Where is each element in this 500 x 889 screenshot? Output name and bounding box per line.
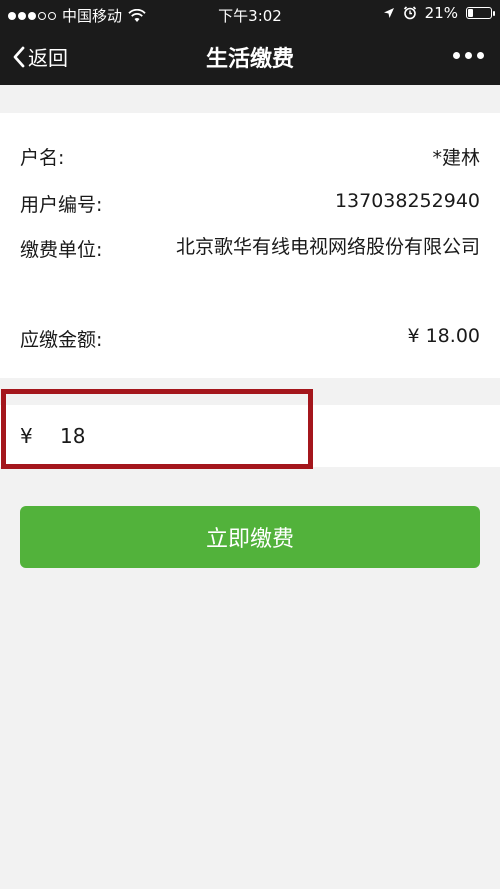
page-title: 生活缴费 — [205, 47, 294, 72]
status-bar: 中国移动 下午3:02 21% — [0, 0, 500, 28]
app-header: 中国移动 下午3:02 21% 返回 生活缴费 — [0, 0, 500, 85]
pay-now-button[interactable]: 立即缴费 — [20, 506, 480, 568]
alarm-icon — [403, 6, 416, 20]
nav-bar: 返回 生活缴费 — [0, 28, 500, 85]
company-label: 缴费单位: — [20, 239, 103, 261]
currency-symbol: ¥ — [20, 424, 33, 448]
location-arrow-icon — [383, 8, 394, 18]
more-dot-icon — [453, 52, 460, 59]
amount-due-label: 应缴金额: — [20, 329, 103, 351]
amount-due-value: ¥ 18.00 — [407, 325, 480, 347]
more-dot-icon — [477, 52, 484, 59]
user-id-value: 137038252940 — [334, 190, 480, 212]
company-value: 北京歌华有线电视网络股份有限公司 — [175, 236, 480, 258]
more-options-button[interactable] — [453, 52, 484, 59]
payment-amount-section: ¥ — [0, 405, 500, 467]
bill-info-card: 户名: *建林 用户编号: 137038252940 缴费单位: 北京歌华有线电… — [0, 113, 500, 378]
more-dot-icon — [465, 52, 472, 59]
status-right: 21% — [383, 4, 495, 22]
account-name-label: 户名: — [20, 147, 65, 169]
battery-icon — [466, 7, 495, 19]
battery-percent: 21% — [424, 4, 458, 22]
payment-amount-input[interactable] — [60, 421, 290, 451]
account-name-value: *建林 — [432, 147, 480, 169]
user-id-label: 用户编号: — [20, 194, 103, 216]
